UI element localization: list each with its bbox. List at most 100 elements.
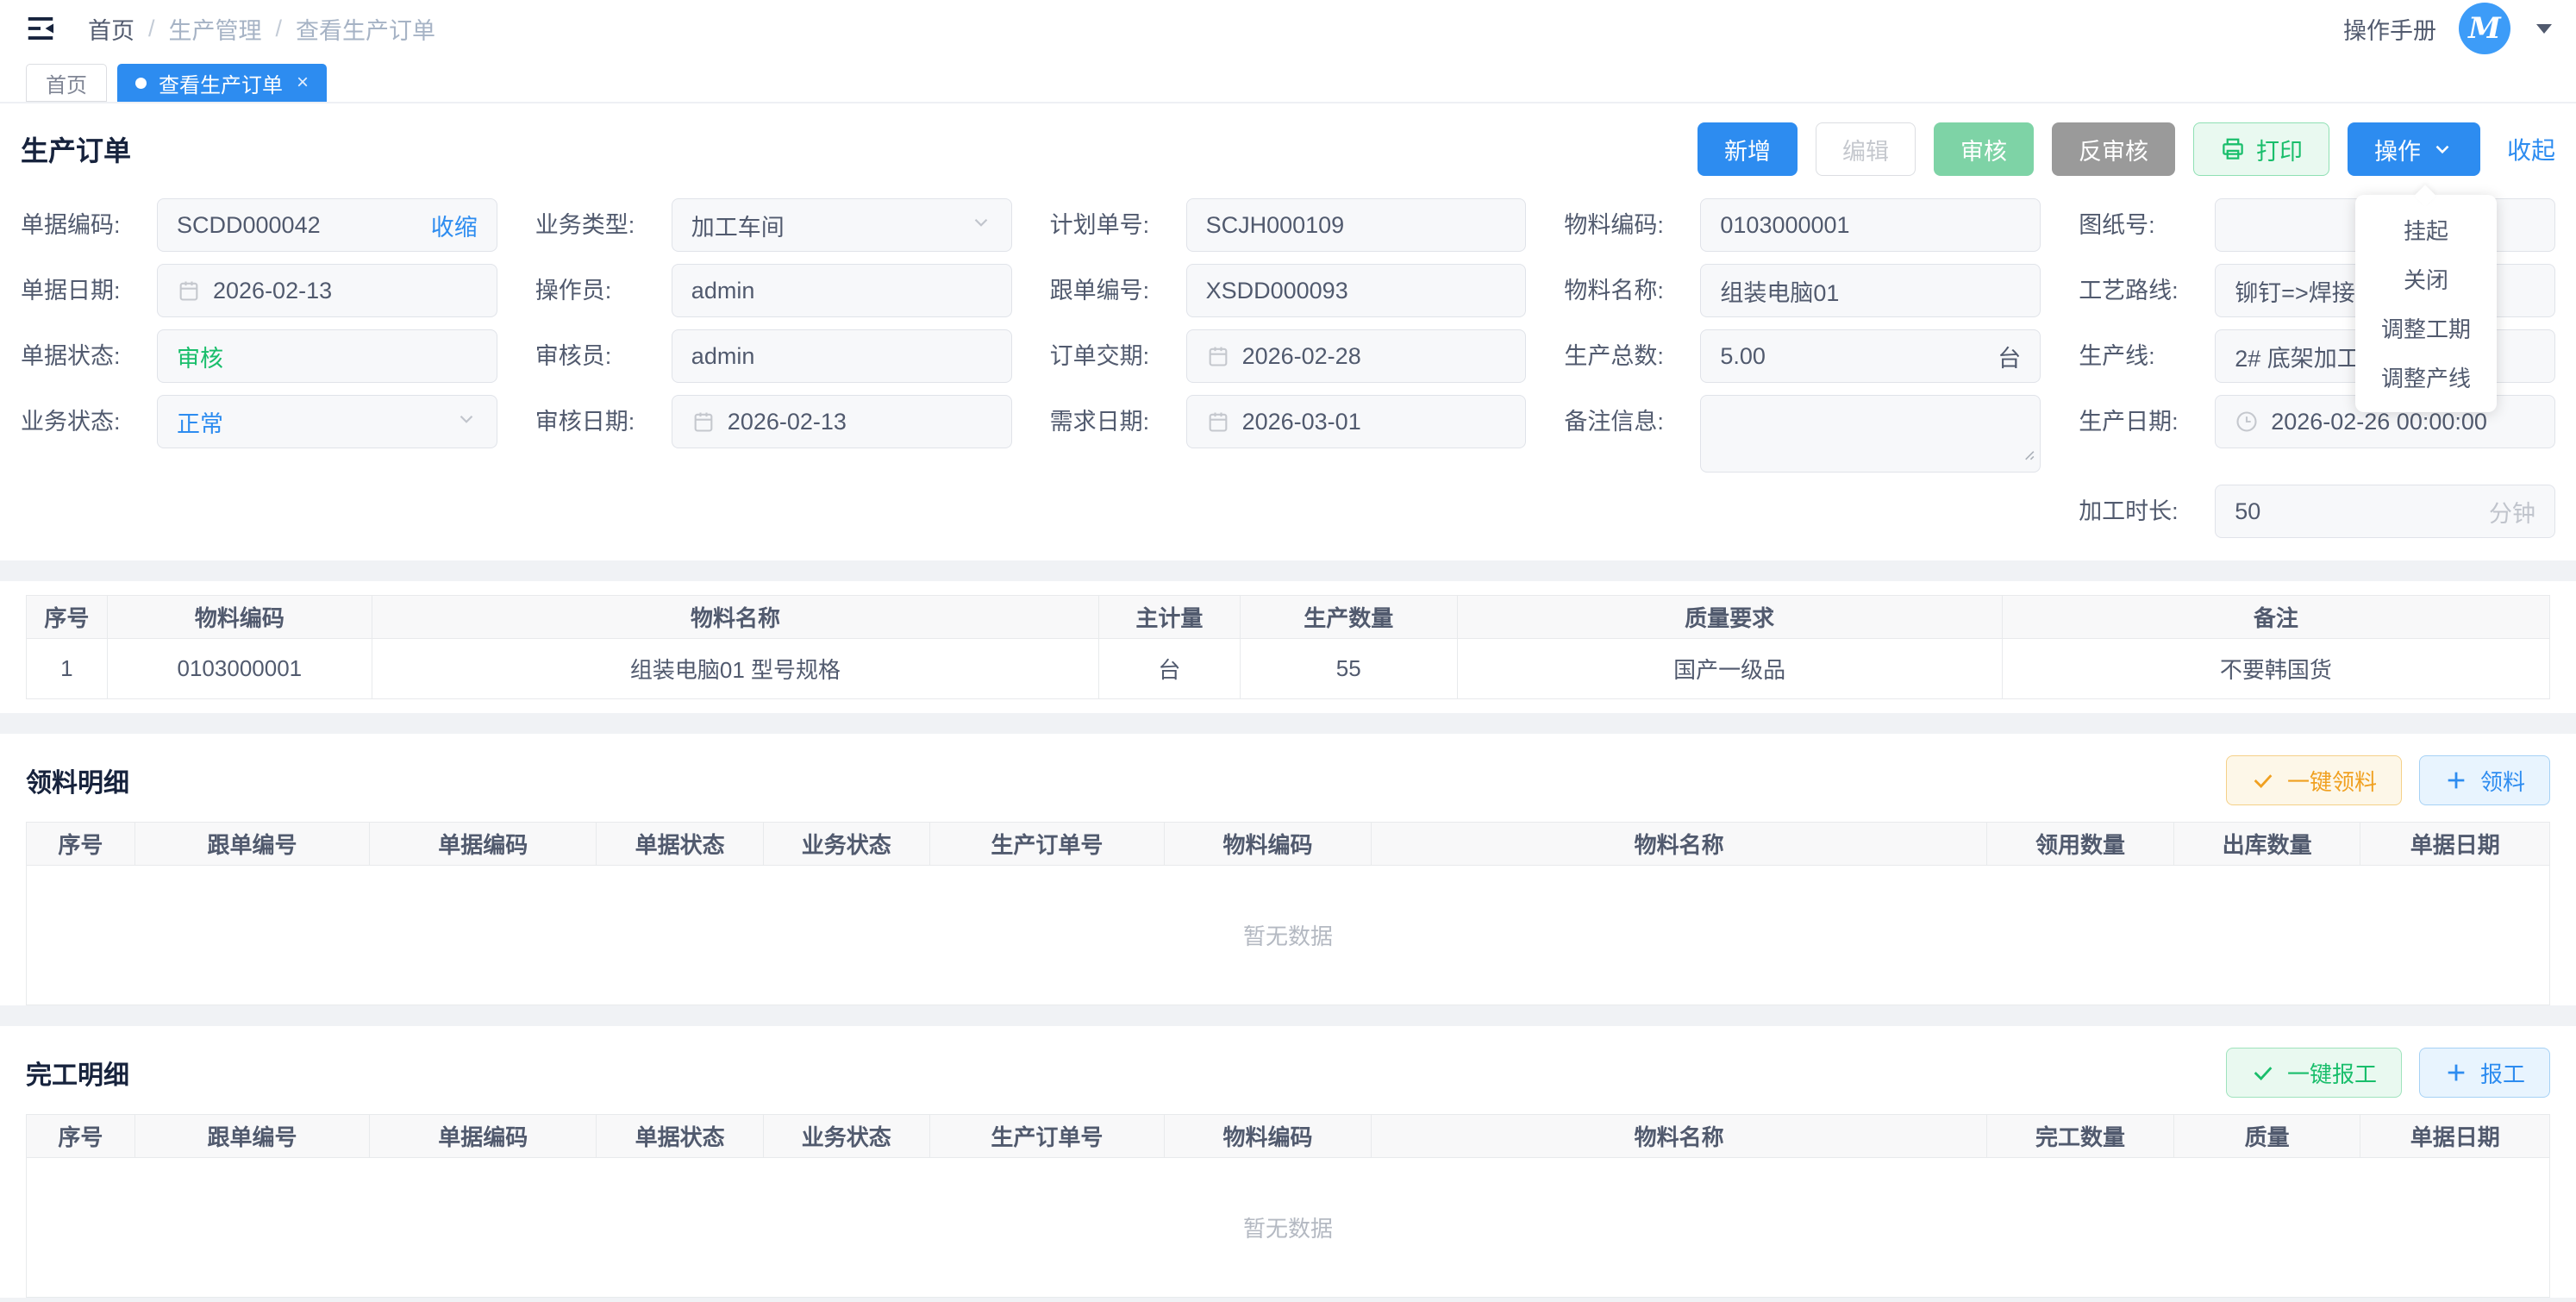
column-header: 物料名称 bbox=[1372, 823, 1987, 866]
column-header: 物料名称 bbox=[1372, 1115, 1987, 1158]
menu-item-adjust-line[interactable]: 调整产线 bbox=[2355, 353, 2497, 402]
active-dot-icon bbox=[135, 78, 147, 89]
calendar-icon bbox=[1206, 344, 1230, 368]
empty-state: 暂无数据 bbox=[27, 866, 2550, 1005]
column-header: 物料编码 bbox=[1165, 1115, 1372, 1158]
chevron-down-icon bbox=[970, 211, 992, 240]
page-title: 生产订单 bbox=[21, 129, 131, 169]
auditor-input: admin bbox=[672, 329, 1012, 383]
print-button[interactable]: 打印 bbox=[2193, 122, 2329, 176]
material-table: 序号物料编码物料名称主计量生产数量质量要求备注10103000001组装电脑01… bbox=[26, 595, 2550, 699]
operator-input: admin bbox=[672, 264, 1012, 317]
bill-date-picker: 2026-02-13 bbox=[157, 264, 497, 317]
field-bill-date: 单据日期: 2026-02-13 bbox=[21, 264, 497, 317]
bill-code-input: SCDD000042 收缩 bbox=[157, 198, 497, 252]
finish-section: 完工明细 一键报工 报工 序号跟单编号单据编码单据状态业务状态生产订单号物料编码… bbox=[0, 1026, 2576, 1298]
column-header: 出库数量 bbox=[2173, 823, 2360, 866]
tab-bar: 首页 查看生产订单 × bbox=[0, 57, 2576, 103]
field-total-qty: 生产总数: 5.00 台 bbox=[1564, 329, 2041, 383]
menu-item-close[interactable]: 关闭 bbox=[2355, 254, 2497, 304]
picking-title: 领料明细 bbox=[26, 761, 129, 799]
field-follow-no: 跟单编号: XSDD000093 bbox=[1050, 264, 1527, 317]
breadcrumb-home[interactable]: 首页 bbox=[88, 12, 134, 46]
calendar-icon bbox=[1206, 410, 1230, 434]
column-header: 物料编码 bbox=[107, 596, 372, 639]
audit-date-picker: 2026-02-13 bbox=[672, 395, 1012, 448]
breadcrumb-production-mgmt[interactable]: 生产管理 bbox=[169, 12, 262, 46]
finish-title: 完工明细 bbox=[26, 1054, 129, 1092]
column-header: 业务状态 bbox=[763, 1115, 929, 1158]
avatar[interactable]: M bbox=[2459, 3, 2510, 54]
topbar-right: 操作手册 M bbox=[2343, 3, 2552, 54]
column-header: 生产订单号 bbox=[929, 1115, 1164, 1158]
order-form: 单据编码: SCDD000042 收缩 业务类型: 加工车间 计划单号: SCJ… bbox=[21, 198, 2555, 538]
production-order-card: 生产订单 新增 编辑 审核 反审核 打印 操作 bbox=[0, 103, 2576, 560]
plus-icon bbox=[2444, 1061, 2468, 1085]
chevron-down-icon bbox=[455, 408, 478, 436]
column-header: 跟单编号 bbox=[134, 823, 369, 866]
column-header: 跟单编号 bbox=[134, 1115, 369, 1158]
column-header: 单据日期 bbox=[2360, 1115, 2550, 1158]
column-header: 物料编码 bbox=[1165, 823, 1372, 866]
menu-item-adjust-schedule[interactable]: 调整工期 bbox=[2355, 304, 2497, 353]
column-header: 主计量 bbox=[1098, 596, 1240, 639]
field-material-code: 物料编码: 0103000001 bbox=[1564, 198, 2041, 252]
table-row[interactable]: 10103000001组装电脑01 型号规格台55国产一级品不要韩国货 bbox=[27, 639, 2550, 699]
status-badge: 审核 bbox=[177, 340, 478, 373]
audit-button[interactable]: 审核 bbox=[1934, 122, 2034, 176]
field-demand-date: 需求日期: 2026-03-01 bbox=[1050, 395, 1527, 473]
column-header: 生产数量 bbox=[1240, 596, 1457, 639]
remark-textarea[interactable] bbox=[1700, 395, 2041, 473]
quick-report-button[interactable]: 一键报工 bbox=[2226, 1048, 2402, 1098]
bill-status-input: 审核 bbox=[157, 329, 497, 383]
breadcrumb-separator: / bbox=[148, 16, 155, 42]
menu-fold-icon[interactable] bbox=[24, 11, 59, 46]
pick-button[interactable]: 领料 bbox=[2419, 755, 2550, 805]
duration-input: 50 分钟 bbox=[2215, 485, 2555, 538]
column-header: 序号 bbox=[27, 823, 135, 866]
unaudit-button[interactable]: 反审核 bbox=[2052, 122, 2175, 176]
total-qty-input: 5.00 台 bbox=[1700, 329, 2041, 383]
action-button[interactable]: 操作 bbox=[2348, 122, 2480, 176]
tab-home-label: 首页 bbox=[46, 68, 87, 98]
picking-section: 领料明细 一键领料 领料 序号跟单编号单据编码单据状态业务状态生产订单号物料编码… bbox=[0, 734, 2576, 1005]
column-header: 完工数量 bbox=[1987, 1115, 2174, 1158]
column-header: 质量 bbox=[2173, 1115, 2360, 1158]
calendar-icon bbox=[691, 410, 716, 434]
field-bill-code: 单据编码: SCDD000042 收缩 bbox=[21, 198, 497, 252]
unit-suffix: 台 bbox=[1998, 340, 2021, 373]
picking-table: 序号跟单编号单据编码单据状态业务状态生产订单号物料编码物料名称领用数量出库数量单… bbox=[26, 822, 2550, 1005]
menu-item-suspend[interactable]: 挂起 bbox=[2355, 205, 2497, 254]
table-cell: 不要韩国货 bbox=[2002, 639, 2549, 699]
shrink-link[interactable]: 收缩 bbox=[431, 209, 478, 242]
field-remark: 备注信息: bbox=[1564, 395, 2041, 473]
tab-view-production-order[interactable]: 查看生产订单 × bbox=[117, 64, 327, 102]
edit-button: 编辑 bbox=[1816, 122, 1916, 176]
picking-actions: 一键领料 领料 bbox=[2226, 755, 2550, 805]
column-header: 生产订单号 bbox=[929, 823, 1164, 866]
column-header: 业务状态 bbox=[763, 823, 929, 866]
resize-handle-icon[interactable] bbox=[2021, 440, 2035, 466]
quick-pick-button[interactable]: 一键领料 bbox=[2226, 755, 2402, 805]
toolbar: 新增 编辑 审核 反审核 打印 操作 bbox=[1698, 122, 2555, 176]
column-header: 备注 bbox=[2002, 596, 2549, 639]
collapse-panel-link[interactable]: 收起 bbox=[2507, 132, 2555, 166]
column-header: 单据状态 bbox=[597, 1115, 763, 1158]
manual-link[interactable]: 操作手册 bbox=[2343, 12, 2436, 46]
field-audit-date: 审核日期: 2026-02-13 bbox=[535, 395, 1012, 473]
breadcrumb-separator: / bbox=[276, 16, 283, 42]
finish-actions: 一键报工 报工 bbox=[2226, 1048, 2550, 1098]
tab-current-label: 查看生产订单 bbox=[159, 68, 283, 98]
report-button[interactable]: 报工 bbox=[2419, 1048, 2550, 1098]
user-caret-icon[interactable] bbox=[2536, 24, 2552, 34]
table-cell: 0103000001 bbox=[107, 639, 372, 699]
tab-home[interactable]: 首页 bbox=[26, 64, 107, 102]
add-button[interactable]: 新增 bbox=[1698, 122, 1798, 176]
table-cell: 组装电脑01 型号规格 bbox=[372, 639, 1098, 699]
follow-no-input: XSDD000093 bbox=[1186, 264, 1527, 317]
biz-type-select: 加工车间 bbox=[672, 198, 1012, 252]
column-header: 单据日期 bbox=[2360, 823, 2550, 866]
field-biz-status: 业务状态: 正常 bbox=[21, 395, 497, 473]
field-biz-type: 业务类型: 加工车间 bbox=[535, 198, 1012, 252]
tab-close-icon[interactable]: × bbox=[297, 72, 309, 93]
